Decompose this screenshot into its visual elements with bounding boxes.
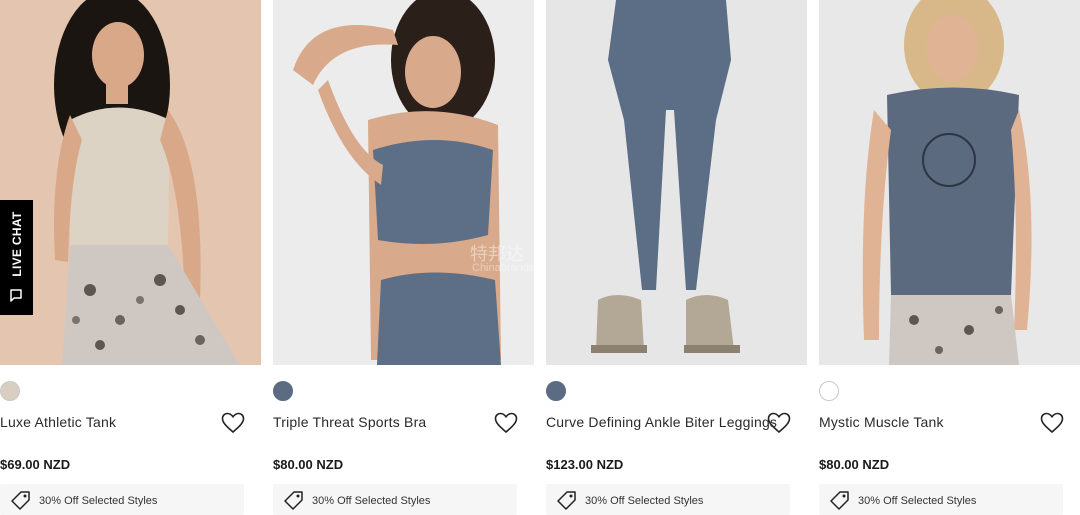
color-swatch[interactable] xyxy=(273,381,293,401)
product-card[interactable]: Luxe Athletic Tank $69.00 NZD 30% Off Se… xyxy=(0,0,261,515)
heart-icon[interactable] xyxy=(494,412,518,434)
promo-text: 30% Off Selected Styles xyxy=(312,495,431,507)
promo-text: 30% Off Selected Styles xyxy=(585,495,704,507)
product-price: $80.00 NZD xyxy=(819,457,890,472)
product-photo-triple-threat-sports-bra xyxy=(273,0,534,365)
promo-badge[interactable]: 30% Off Selected Styles xyxy=(273,484,517,515)
price-tag-icon xyxy=(557,491,576,510)
promo-badge[interactable]: 30% Off Selected Styles xyxy=(0,484,244,515)
product-name[interactable]: Luxe Athletic Tank xyxy=(0,414,116,430)
color-swatch[interactable] xyxy=(0,381,20,401)
product-photo-mystic-muscle-tank xyxy=(819,0,1080,365)
product-image[interactable] xyxy=(819,0,1080,365)
product-photo-luxe-athletic-tank xyxy=(0,0,261,365)
price-tag-icon xyxy=(11,491,30,510)
color-swatch[interactable] xyxy=(819,381,839,401)
product-photo-curve-defining-leggings xyxy=(546,0,807,365)
product-image[interactable] xyxy=(0,0,261,365)
product-price: $80.00 NZD xyxy=(273,457,344,472)
promo-badge[interactable]: 30% Off Selected Styles xyxy=(546,484,790,515)
product-name[interactable]: Triple Threat Sports Bra xyxy=(273,414,426,430)
product-name[interactable]: Curve Defining Ankle Biter Leggings xyxy=(546,414,777,430)
heart-icon[interactable] xyxy=(221,412,245,434)
product-image[interactable] xyxy=(273,0,534,365)
promo-text: 30% Off Selected Styles xyxy=(858,495,977,507)
product-grid: Luxe Athletic Tank $69.00 NZD 30% Off Se… xyxy=(0,0,1080,515)
promo-badge[interactable]: 30% Off Selected Styles xyxy=(819,484,1063,515)
color-swatch[interactable] xyxy=(546,381,566,401)
price-tag-icon xyxy=(830,491,849,510)
product-name[interactable]: Mystic Muscle Tank xyxy=(819,414,944,430)
watermark-subtext: Chinabrands xyxy=(472,262,535,274)
promo-text: 30% Off Selected Styles xyxy=(39,495,158,507)
price-tag-icon xyxy=(284,491,303,510)
live-chat-label: LIVE CHAT xyxy=(9,211,24,277)
live-chat-button[interactable]: LIVE CHAT xyxy=(0,200,33,315)
heart-icon[interactable] xyxy=(767,412,791,434)
product-price: $69.00 NZD xyxy=(0,457,71,472)
heart-icon[interactable] xyxy=(1040,412,1064,434)
product-card[interactable]: Mystic Muscle Tank $80.00 NZD 30% Off Se… xyxy=(819,0,1080,515)
product-price: $123.00 NZD xyxy=(546,457,624,472)
product-image[interactable] xyxy=(546,0,807,365)
product-card[interactable]: Curve Defining Ankle Biter Leggings $123… xyxy=(546,0,807,515)
chat-bubble-icon xyxy=(10,289,22,302)
